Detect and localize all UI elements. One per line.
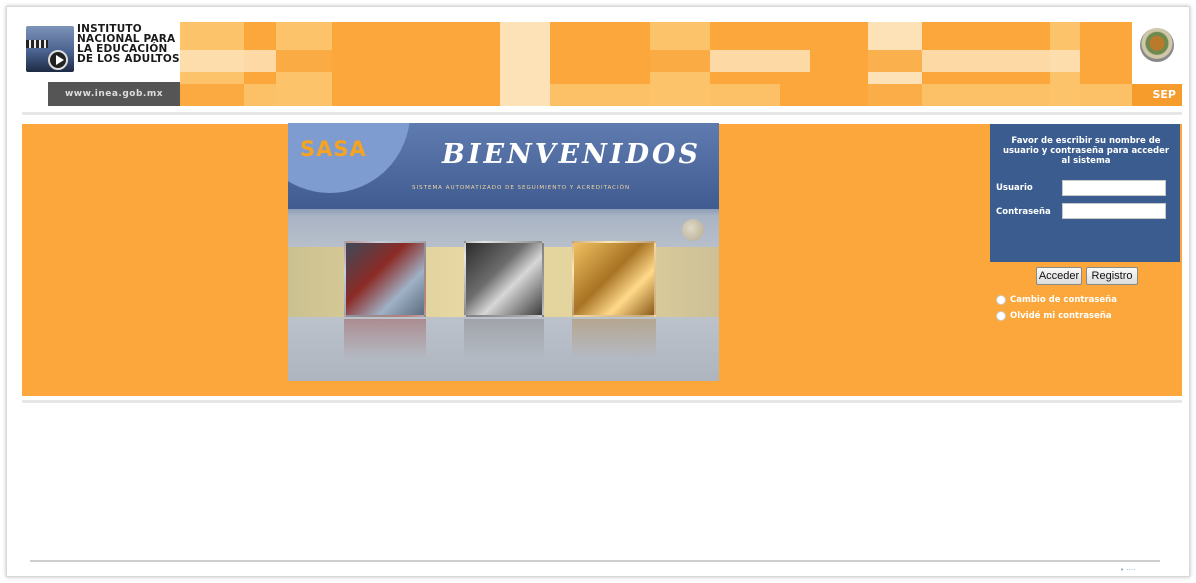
footer-divider [30, 560, 1160, 562]
link-label: Olvidé mi contraseña [1010, 311, 1112, 321]
link-label: Cambio de contraseña [1010, 295, 1117, 305]
divider [22, 400, 1182, 403]
sep-logo[interactable]: SEP [1132, 22, 1182, 106]
photo-reflection [572, 319, 656, 359]
film-play-icon [26, 26, 74, 72]
username-label: Usuario [996, 183, 1033, 193]
hero-brand: SASA [300, 137, 367, 161]
header-banner [180, 22, 1132, 106]
registro-button[interactable]: Registro [1086, 267, 1138, 285]
hero-title: BIENVENIDOS [442, 139, 701, 170]
bullet-icon [996, 311, 1006, 321]
password-input[interactable] [1062, 203, 1166, 219]
sep-label: SEP [1132, 84, 1182, 106]
username-input[interactable] [1062, 180, 1166, 196]
divider [22, 112, 1182, 115]
photo-reflection [464, 319, 544, 359]
login-panel: Favor de escribir su nombre de usuario y… [990, 124, 1180, 262]
photo-keyboard [464, 241, 544, 317]
photo-person-computer [344, 241, 426, 317]
change-password-link[interactable]: Cambio de contraseña [996, 294, 1117, 306]
login-instructions: Favor de escribir su nombre de usuario y… [1002, 136, 1170, 166]
welcome-hero: SASA BIENVENIDOS Sistema Automatizado de… [288, 123, 719, 381]
forgot-password-link[interactable]: Olvidé mi contraseña [996, 310, 1112, 322]
national-seal-icon [1140, 28, 1174, 62]
password-label: Contraseña [996, 207, 1051, 217]
page-header: INSTITUTO NACIONAL PARA LA EDUCACIÓN DE … [22, 22, 1182, 106]
logo-wordmark: INSTITUTO NACIONAL PARA LA EDUCACIÓN DE … [77, 24, 187, 65]
photo-reflection [344, 319, 426, 359]
logo-line: DE LOS ADULTOS [77, 53, 180, 65]
globe-icon [682, 219, 704, 241]
inea-logo[interactable]: INSTITUTO NACIONAL PARA LA EDUCACIÓN DE … [22, 22, 180, 106]
acceder-button[interactable]: Acceder [1036, 267, 1082, 285]
corner-dots-icon: • ···· [1120, 566, 1136, 574]
hero-subtitle: Sistema Automatizado de Seguimiento y Ac… [412, 185, 631, 191]
site-url[interactable]: www.inea.gob.mx [48, 82, 180, 106]
photo-at-sign [572, 241, 656, 317]
bullet-icon [996, 295, 1006, 305]
